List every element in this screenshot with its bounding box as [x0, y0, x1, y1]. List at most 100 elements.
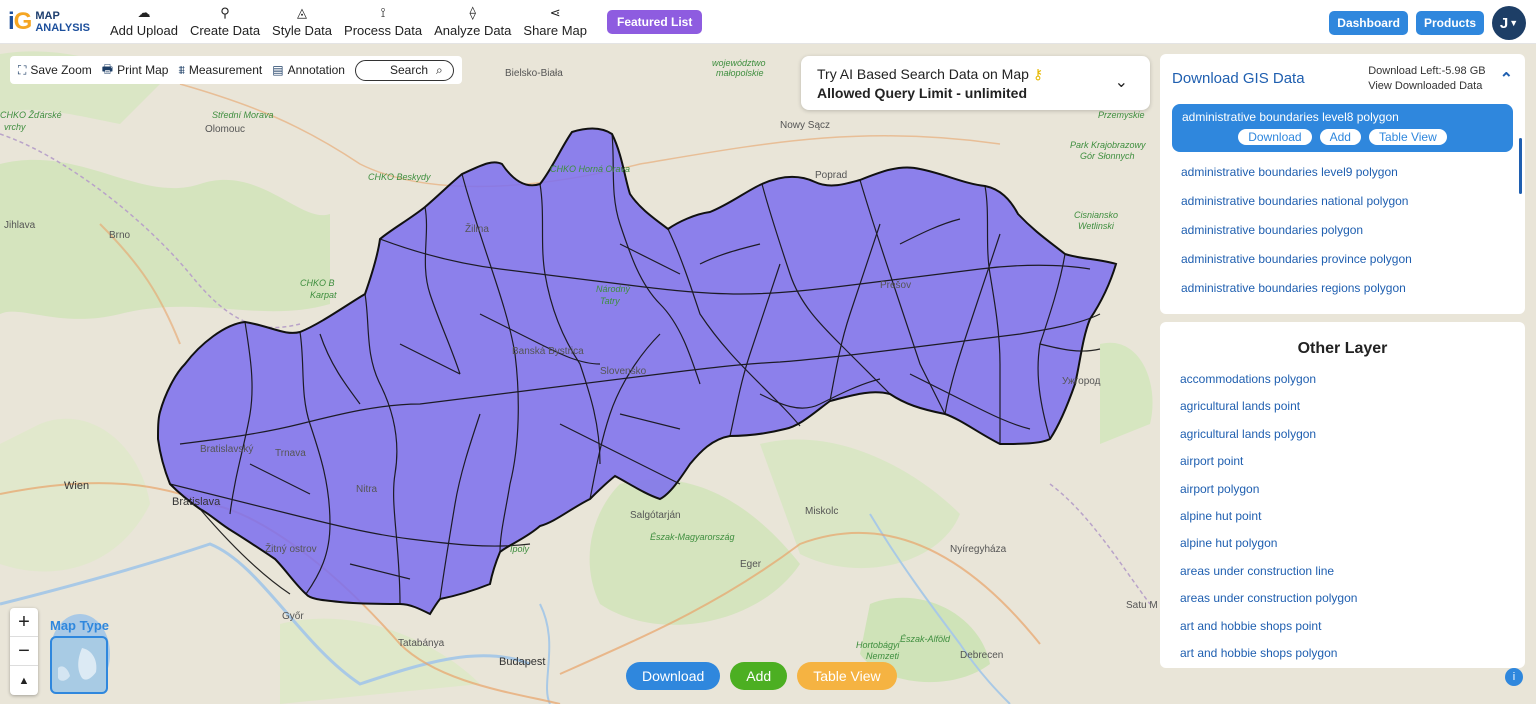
nav-analyze-data[interactable]: ⟠ Analyze Data: [428, 0, 517, 44]
avatar[interactable]: J ▼: [1492, 6, 1526, 40]
globe-thumbnail-image: [58, 648, 97, 681]
download-gis-panel: Download GIS Data Download Left:-5.98 GB…: [1160, 54, 1525, 314]
ai-query-limit: Allowed Query Limit - unlimited: [817, 85, 1028, 101]
selected-layer[interactable]: administrative boundaries level8 polygon…: [1172, 104, 1513, 152]
map-label-zdarske: CHKO Žďárské: [0, 110, 62, 120]
other-layer-item[interactable]: alpine hut point: [1160, 503, 1525, 530]
other-layer-item[interactable]: agricultural lands polygon: [1160, 421, 1525, 448]
map-label-ipoly: Ipoly: [510, 544, 530, 554]
cloud-upload-icon: ☁: [137, 4, 151, 20]
view-downloaded-link[interactable]: View Downloaded Data: [1368, 79, 1485, 94]
selected-add-button[interactable]: Add: [1319, 129, 1361, 145]
gis-layer-item[interactable]: administrative boundaries polygon: [1160, 216, 1525, 245]
products-button[interactable]: Products: [1415, 11, 1484, 35]
bottom-download-button[interactable]: Download: [626, 662, 721, 690]
share-icon: ⋖: [549, 4, 561, 20]
search-icon: ⌕: [436, 62, 443, 77]
other-layer-item[interactable]: areas under construction polygon: [1160, 585, 1525, 612]
print-map-button[interactable]: 🖶 Print Map: [102, 60, 169, 81]
logo-mark: iG: [8, 7, 32, 35]
map-label-nowy-sacz: Nowy Sącz: [780, 120, 831, 131]
nav-create-data[interactable]: ⚲ Create Data: [184, 0, 266, 44]
map-label-hortobagy: Hortobágyi: [856, 640, 900, 650]
zoom-in-button[interactable]: +: [10, 608, 38, 637]
search-label: Search: [389, 63, 429, 77]
nav-add-upload[interactable]: ☁ Add Upload: [104, 0, 184, 44]
ai-search-title: Try AI Based Search Data on Map: [817, 66, 1029, 82]
logo-line2: ANALYSIS: [35, 21, 90, 34]
app-logo[interactable]: iG MAP ANALYSIS: [8, 8, 104, 36]
zoom-control: + − ▲: [10, 608, 38, 695]
map-label-gyor: Győr: [282, 611, 304, 622]
nav-process-data-label: Process Data: [344, 22, 423, 38]
map-label-presov: Prešov: [880, 280, 912, 291]
ai-search-box[interactable]: Try AI Based Search Data on Map ⚷ Allowe…: [801, 56, 1150, 110]
nav-analyze-data-label: Analyze Data: [434, 22, 512, 38]
other-layer-item[interactable]: accommodations polygon: [1160, 366, 1525, 393]
nav-style-data[interactable]: ◬ Style Data: [266, 0, 338, 44]
dashboard-button[interactable]: Dashboard: [1329, 11, 1408, 35]
gis-layer-item[interactable]: administrative boundaries province polyg…: [1160, 245, 1525, 274]
map-label-nitra: Nitra: [356, 484, 378, 495]
map-label-malopolskie: małopolskie: [716, 68, 764, 78]
nav-share-map-label: Share Map: [523, 22, 587, 38]
map-label-nyiregyhaza: Nyíregyháza: [950, 544, 1007, 555]
gis-layer-item[interactable]: administrative boundaries regions polygo…: [1160, 274, 1525, 303]
other-layer-item[interactable]: agricultural lands point: [1160, 393, 1525, 420]
map-label-bielsko: Bielsko-Biała: [505, 68, 563, 79]
focus-icon: ⛶: [18, 62, 27, 77]
caret-down-icon: ▼: [1509, 18, 1519, 28]
printer-icon: 🖶: [101, 61, 114, 76]
other-layer-item[interactable]: airport point: [1160, 448, 1525, 475]
chevron-up-icon[interactable]: ⌃: [1500, 72, 1513, 88]
nav-share-map[interactable]: ⋖ Share Map: [517, 0, 593, 44]
measurement-button[interactable]: ⩩ Measurement: [178, 63, 262, 78]
map-label-eszak-magyar: Észak-Magyarország: [650, 532, 735, 542]
map-label-wetlinski: Wetlinski: [1078, 221, 1114, 231]
map-label-tatry: Tatry: [600, 296, 620, 306]
info-icon[interactable]: i: [1505, 668, 1523, 686]
annotation-button[interactable]: ▤ Annotation: [272, 63, 345, 77]
analyze-icon: ⟠: [469, 4, 476, 20]
nav-style-data-label: Style Data: [272, 22, 333, 38]
other-layer-item[interactable]: art and hobbie shops point: [1160, 613, 1525, 640]
bottom-add-button[interactable]: Add: [730, 662, 788, 690]
download-left: Download Left:-5.98 GB: [1368, 65, 1486, 77]
nav-process-data[interactable]: ⟟ Process Data: [338, 0, 428, 44]
gis-panel-scrollbar[interactable]: [1519, 138, 1522, 194]
app-root: Wien Budapest Brno Žilina Prešov Miskolc…: [0, 0, 1536, 704]
map-search-input[interactable]: Search ⌕: [354, 59, 454, 81]
save-zoom-button[interactable]: ⛶ Save Zoom: [18, 63, 92, 78]
other-layer-item[interactable]: art and hobbie shops polygon: [1160, 640, 1525, 667]
map-label-satu-mare: Satu M: [1126, 600, 1158, 611]
map-label-budapest: Budapest: [499, 656, 546, 668]
map-label-wien: Wien: [64, 480, 90, 492]
nav-create-data-label: Create Data: [189, 22, 261, 38]
gis-layer-item[interactable]: administrative boundaries national polyg…: [1160, 187, 1525, 216]
map-label-przemysl: Przemyskie: [1098, 110, 1145, 120]
other-layer-item[interactable]: airport polygon: [1160, 476, 1525, 503]
map-label-uzhorod: Ужгород: [1062, 376, 1101, 387]
selected-download-button[interactable]: Download: [1238, 129, 1312, 145]
compass-icon[interactable]: ▲: [10, 666, 38, 695]
key-icon: ⚷: [1032, 66, 1044, 82]
selected-layer-name: administrative boundaries level8 polygon: [1182, 110, 1399, 124]
annotation-label: Annotation: [287, 63, 345, 77]
gis-panel-title: Download GIS Data: [1172, 70, 1305, 87]
other-layer-item[interactable]: areas under construction line: [1160, 558, 1525, 585]
map-type-thumbnail[interactable]: [50, 636, 108, 694]
map-label-eszak-alfold: Észak-Alföld: [900, 634, 951, 644]
paint-bucket-icon: ◬: [297, 4, 308, 20]
map-pin-icon: ⚲: [220, 4, 230, 20]
bottom-table-view-button[interactable]: Table View: [797, 662, 897, 690]
featured-list-button[interactable]: Featured List: [607, 9, 703, 34]
chevron-down-icon[interactable]: ⌄: [1115, 72, 1128, 92]
selected-table-view-button[interactable]: Table View: [1368, 129, 1447, 145]
map-label-bratislavsky: Bratislavský: [200, 444, 254, 455]
gis-layer-item[interactable]: administrative boundaries level9 polygon: [1160, 158, 1525, 187]
avatar-initial: J: [1499, 14, 1509, 32]
map-label-wojewodztwo: województwo: [712, 58, 766, 68]
other-layer-item[interactable]: alpine hut polygon: [1160, 530, 1525, 557]
map-label-orava: CHKO Horná Orava: [550, 164, 631, 174]
zoom-out-button[interactable]: −: [10, 637, 38, 666]
